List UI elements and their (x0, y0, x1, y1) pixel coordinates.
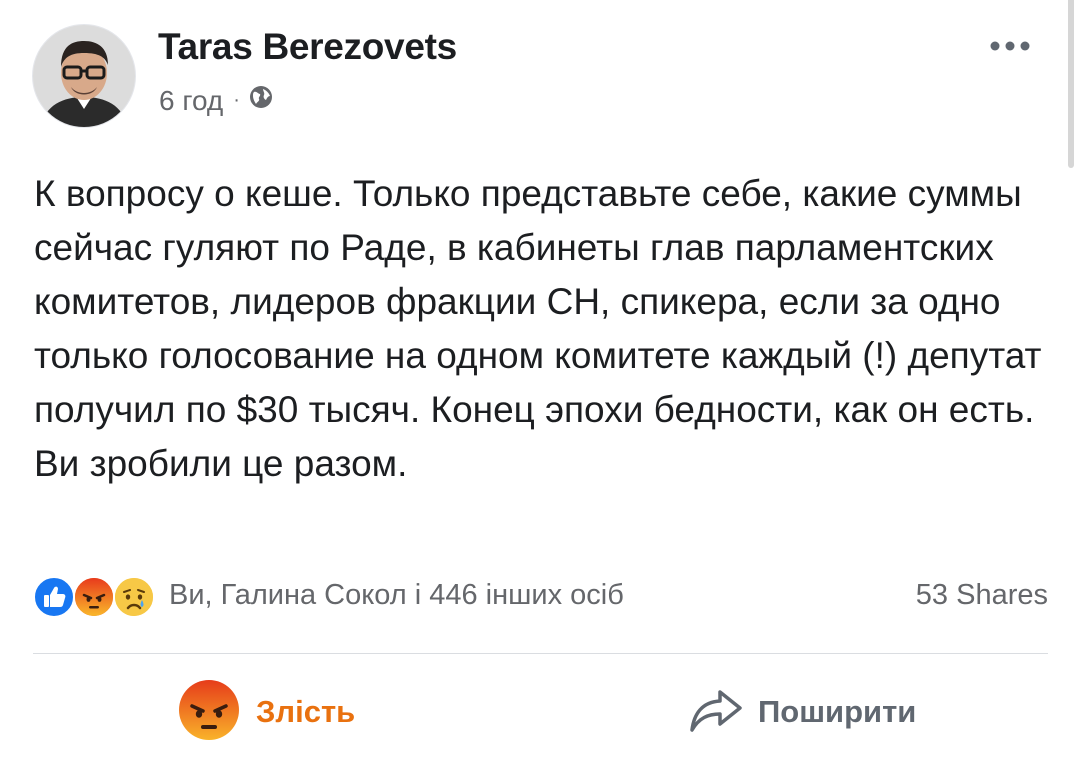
like-reaction-icon (33, 576, 75, 618)
scrollbar[interactable] (1068, 0, 1074, 168)
angry-reaction-icon (73, 576, 115, 618)
reactions-bar: Ви, Галина Сокол і 446 інших осіб 53 Sha… (33, 576, 1048, 618)
post-meta: 6 год · (159, 84, 274, 117)
angry-reaction-icon (178, 679, 240, 746)
reactions-summary[interactable]: Ви, Галина Сокол і 446 інших осіб (169, 579, 624, 612)
avatar-photo (33, 25, 135, 127)
post-time[interactable]: 6 год (159, 85, 223, 117)
action-bar: Злість Поширити (33, 662, 1048, 762)
divider (33, 653, 1048, 654)
shares-count[interactable]: 53 Shares (916, 579, 1048, 612)
post-text: К вопросу о кеше. Только представьте себ… (34, 173, 1042, 484)
share-button-label: Поширити (758, 694, 917, 729)
author-name[interactable]: Taras Berezovets (158, 26, 457, 68)
globe-icon (248, 84, 274, 117)
avatar[interactable] (32, 24, 136, 128)
share-arrow-icon (688, 686, 744, 739)
react-button[interactable]: Злість (178, 662, 355, 762)
more-horizontal-icon[interactable] (986, 32, 1034, 60)
post-header: Taras Berezovets 6 год · (32, 24, 1040, 134)
share-button[interactable]: Поширити (688, 662, 916, 762)
sad-reaction-icon (113, 576, 155, 618)
reaction-icons[interactable] (33, 576, 163, 618)
meta-separator: · (233, 89, 240, 111)
react-button-label: Злість (256, 694, 356, 729)
